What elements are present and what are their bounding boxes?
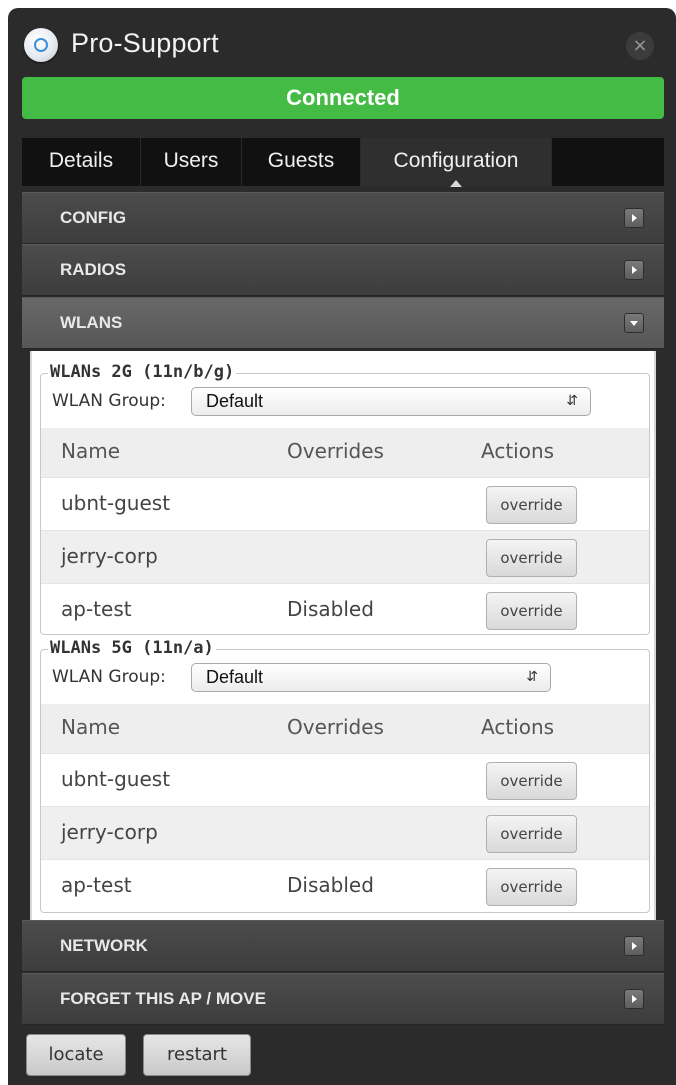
section-radios-label: RADIOS — [60, 260, 127, 279]
ap-properties-window: Pro-Support × Connected Details Users Gu… — [8, 8, 676, 1085]
tab-bar: Details Users Guests Configuration — [22, 138, 664, 187]
column-header-actions: Actions — [481, 439, 555, 463]
section-radios[interactable]: RADIOS — [22, 244, 664, 296]
section-forget[interactable]: FORGET THIS AP / MOVE — [22, 973, 664, 1025]
tab-configuration[interactable]: Configuration — [361, 138, 552, 187]
expand-arrow-icon[interactable] — [624, 936, 644, 956]
table-row: ap-test Disabled override — [41, 859, 649, 912]
wlan-name: ubnt-guest — [61, 491, 171, 515]
wlan-group-select-2g[interactable]: Default ⇵ — [191, 387, 591, 416]
wlans-5g-table: Name Overrides Actions ubnt-guest overri… — [41, 704, 649, 912]
wlan-name: ubnt-guest — [61, 767, 171, 791]
override-button[interactable]: override — [486, 592, 577, 630]
tab-guests[interactable]: Guests — [242, 138, 361, 186]
column-header-overrides: Overrides — [287, 715, 384, 739]
wlan-group-label: WLAN Group: — [52, 667, 166, 687]
wlan-group-value: Default — [206, 667, 264, 687]
wlan-name: ap-test — [61, 873, 132, 897]
connection-status-bar: Connected — [22, 77, 664, 119]
table-header: Name Overrides Actions — [41, 428, 649, 477]
wlans-5g-group: WLANs 5G (11n/a) WLAN Group: Default ⇵ N… — [40, 638, 650, 913]
wlan-group-select-5g[interactable]: Default ⇵ — [191, 663, 551, 692]
wlans-panel: WLANs 2G (11n/b/g) WLAN Group: Default ⇵… — [30, 351, 656, 921]
table-row: jerry-corp override — [41, 530, 649, 583]
override-button[interactable]: override — [486, 868, 577, 906]
table-header: Name Overrides Actions — [41, 704, 649, 753]
section-network-label: NETWORK — [60, 936, 148, 955]
table-row: ubnt-guest override — [41, 753, 649, 806]
restart-button[interactable]: restart — [143, 1034, 251, 1076]
window-title: Pro-Support — [71, 28, 219, 58]
override-button[interactable]: override — [486, 815, 577, 853]
wlan-name: jerry-corp — [61, 820, 158, 844]
override-button[interactable]: override — [486, 486, 577, 524]
wlan-name: jerry-corp — [61, 544, 158, 568]
collapse-arrow-icon[interactable] — [624, 313, 644, 333]
wlans-2g-table: Name Overrides Actions ubnt-guest overri… — [41, 428, 649, 636]
wlan-overrides: Disabled — [287, 873, 374, 897]
expand-arrow-icon[interactable] — [624, 260, 644, 280]
expand-arrow-icon[interactable] — [624, 208, 644, 228]
section-forget-label: FORGET THIS AP / MOVE — [60, 989, 266, 1008]
access-point-icon — [24, 28, 58, 62]
table-row: ap-test Disabled override — [41, 583, 649, 636]
wlans-2g-group: WLANs 2G (11n/b/g) WLAN Group: Default ⇵… — [40, 362, 650, 636]
wlans-2g-legend: WLANs 2G (11n/b/g) — [48, 362, 237, 382]
wlan-name: ap-test — [61, 597, 132, 621]
table-row: jerry-corp override — [41, 806, 649, 859]
column-header-name: Name — [61, 715, 121, 739]
wlan-group-label: WLAN Group: — [52, 391, 166, 411]
tab-users[interactable]: Users — [141, 138, 242, 186]
override-button[interactable]: override — [486, 539, 577, 577]
column-header-actions: Actions — [481, 715, 555, 739]
wlan-group-value: Default — [206, 391, 264, 411]
select-updown-icon: ⇵ — [566, 393, 578, 409]
column-header-name: Name — [61, 439, 121, 463]
wlans-5g-legend: WLANs 5G (11n/a) — [48, 638, 216, 658]
section-network[interactable]: NETWORK — [22, 920, 664, 972]
wlan-overrides: Disabled — [287, 597, 374, 621]
close-icon[interactable]: × — [626, 32, 654, 60]
table-row: ubnt-guest override — [41, 477, 649, 530]
section-config-label: CONFIG — [60, 208, 127, 227]
expand-arrow-icon[interactable] — [624, 989, 644, 1009]
title-bar: Pro-Support × — [8, 8, 676, 80]
override-button[interactable]: override — [486, 762, 577, 800]
section-config[interactable]: CONFIG — [22, 192, 664, 244]
locate-button[interactable]: locate — [26, 1034, 126, 1076]
tab-configuration-label: Configuration — [393, 149, 519, 172]
tab-details[interactable]: Details — [22, 138, 141, 186]
select-updown-icon: ⇵ — [526, 669, 538, 685]
column-header-overrides: Overrides — [287, 439, 384, 463]
section-wlans[interactable]: WLANS — [22, 297, 664, 349]
active-tab-indicator — [450, 180, 462, 187]
section-wlans-label: WLANS — [60, 313, 123, 332]
